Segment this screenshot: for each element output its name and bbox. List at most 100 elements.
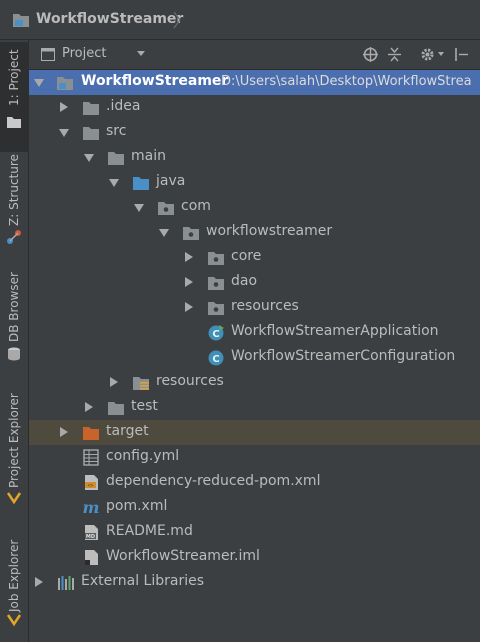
tab-structure[interactable]: Z: Structure (0, 154, 29, 250)
tree-item-resources-dir[interactable]: resources (29, 370, 480, 395)
expand-arrow-icon[interactable] (134, 204, 144, 212)
tree-label: core (231, 248, 262, 264)
collapse-all-icon[interactable] (386, 46, 403, 63)
database-icon (8, 347, 20, 361)
view-selector[interactable]: Project (62, 46, 106, 61)
workflow-icon (6, 614, 22, 627)
tree-item-target[interactable]: target (29, 420, 480, 445)
project-panel-header: Project (29, 40, 480, 70)
tree-label: src (106, 123, 127, 139)
expand-arrow-icon[interactable] (34, 79, 44, 87)
tab-job-explorer-label: Job Explorer (7, 539, 21, 612)
folder-icon (108, 402, 124, 415)
tree-item-main[interactable]: main (29, 145, 480, 170)
java-class-run-icon: C (208, 325, 224, 341)
svg-text:<>: <> (87, 483, 93, 489)
tree-root-workflowstreamer[interactable]: WorkflowStreamer D:\Users\salah\Desktop\… (29, 70, 480, 95)
expand-arrow-icon[interactable] (60, 427, 68, 437)
tab-db-browser[interactable]: DB Browser (0, 270, 29, 368)
workflow-icon (6, 492, 22, 505)
tree-item-src[interactable]: src (29, 120, 480, 145)
locate-icon[interactable] (362, 46, 379, 63)
gear-icon[interactable] (419, 46, 436, 63)
package-icon (208, 252, 224, 265)
breadcrumb-separator-icon (173, 11, 181, 29)
package-icon (183, 227, 199, 240)
expand-arrow-icon[interactable] (85, 402, 93, 412)
tab-project-explorer-label: Project Explorer (7, 393, 21, 488)
excluded-folder-icon (83, 427, 99, 440)
tree-item-reduced-pom[interactable]: <> dependency-reduced-pom.xml (29, 470, 480, 495)
tree-item-configuration-class[interactable]: C WorkflowStreamerConfiguration (29, 345, 480, 370)
tree-item-config-yml[interactable]: config.yml (29, 445, 480, 470)
expand-arrow-icon[interactable] (185, 252, 193, 262)
tab-structure-label: Z: Structure (7, 154, 21, 226)
tree-item-dao[interactable]: dao (29, 270, 480, 295)
folder-icon (83, 102, 99, 115)
java-class-icon: C (208, 350, 224, 366)
tree-item-pom[interactable]: m pom.xml (29, 495, 480, 520)
tab-project-label: 1: Project (7, 49, 21, 106)
folder-icon (7, 117, 21, 128)
yaml-file-icon (83, 449, 99, 466)
expand-arrow-icon[interactable] (84, 154, 94, 162)
tree-label: resources (231, 298, 299, 314)
breadcrumb-project[interactable]: WorkflowStreamer (36, 11, 183, 27)
chevron-down-icon[interactable] (137, 51, 145, 56)
xml-file-icon: <> (85, 475, 98, 490)
tree-item-java[interactable]: java (29, 170, 480, 195)
tree-label: README.md (106, 523, 193, 539)
libraries-icon (58, 576, 74, 590)
module-folder-icon (57, 77, 73, 90)
project-folder-icon (13, 14, 29, 27)
package-icon (208, 277, 224, 290)
svg-text:C: C (212, 329, 219, 340)
tree-item-external-libraries[interactable]: External Libraries (29, 570, 480, 595)
tab-project-explorer[interactable]: Project Explorer (0, 390, 29, 514)
expand-arrow-icon[interactable] (110, 377, 118, 387)
tree-label: WorkflowStreamer (81, 73, 229, 89)
tree-item-iml[interactable]: WorkflowStreamer.iml (29, 545, 480, 570)
tree-label: WorkflowStreamer.iml (106, 548, 260, 564)
expand-arrow-icon[interactable] (109, 179, 119, 187)
tree-item-application-class[interactable]: C WorkflowStreamerApplication (29, 320, 480, 345)
expand-arrow-icon[interactable] (59, 129, 69, 137)
package-icon (158, 202, 174, 215)
tree-item-workflowstreamer[interactable]: workflowstreamer (29, 220, 480, 245)
package-icon (208, 302, 224, 315)
tab-db-browser-label: DB Browser (7, 272, 21, 342)
module-file-icon (85, 550, 98, 565)
svg-text:MD: MD (86, 534, 95, 540)
project-tree: WorkflowStreamer D:\Users\salah\Desktop\… (29, 70, 480, 642)
tree-label: main (131, 148, 166, 164)
markdown-file-icon: MD (85, 525, 98, 540)
tree-label: java (156, 173, 186, 189)
chevron-down-icon[interactable] (438, 52, 444, 56)
tree-item-readme[interactable]: MD README.md (29, 520, 480, 545)
tree-item-test[interactable]: test (29, 395, 480, 420)
expand-arrow-icon[interactable] (185, 302, 193, 312)
hide-panel-icon[interactable] (453, 46, 470, 63)
tree-label: WorkflowStreamerConfiguration (231, 348, 456, 364)
tab-project[interactable]: 1: Project (0, 42, 29, 152)
expand-arrow-icon[interactable] (159, 229, 169, 237)
tab-job-explorer[interactable]: Job Explorer (0, 530, 29, 638)
maven-icon: m (83, 499, 100, 516)
tool-window-strip: 1: Project Z: Structure DB Browser Proje… (0, 40, 29, 642)
tree-label: pom.xml (106, 498, 168, 514)
navigation-bar: WorkflowStreamer (0, 0, 480, 40)
tree-item-com[interactable]: com (29, 195, 480, 220)
tree-label: workflowstreamer (206, 223, 333, 239)
tree-item-idea[interactable]: .idea (29, 95, 480, 120)
expand-arrow-icon[interactable] (60, 102, 68, 112)
expand-arrow-icon[interactable] (185, 277, 193, 287)
tree-item-core[interactable]: core (29, 245, 480, 270)
tree-label: .idea (106, 98, 141, 114)
expand-arrow-icon[interactable] (35, 577, 43, 587)
source-folder-icon (133, 177, 149, 190)
tree-label: dependency-reduced-pom.xml (106, 473, 321, 489)
resources-folder-icon (133, 377, 149, 390)
tree-label: target (106, 423, 149, 439)
folder-icon (83, 127, 99, 140)
tree-item-resources-package[interactable]: resources (29, 295, 480, 320)
